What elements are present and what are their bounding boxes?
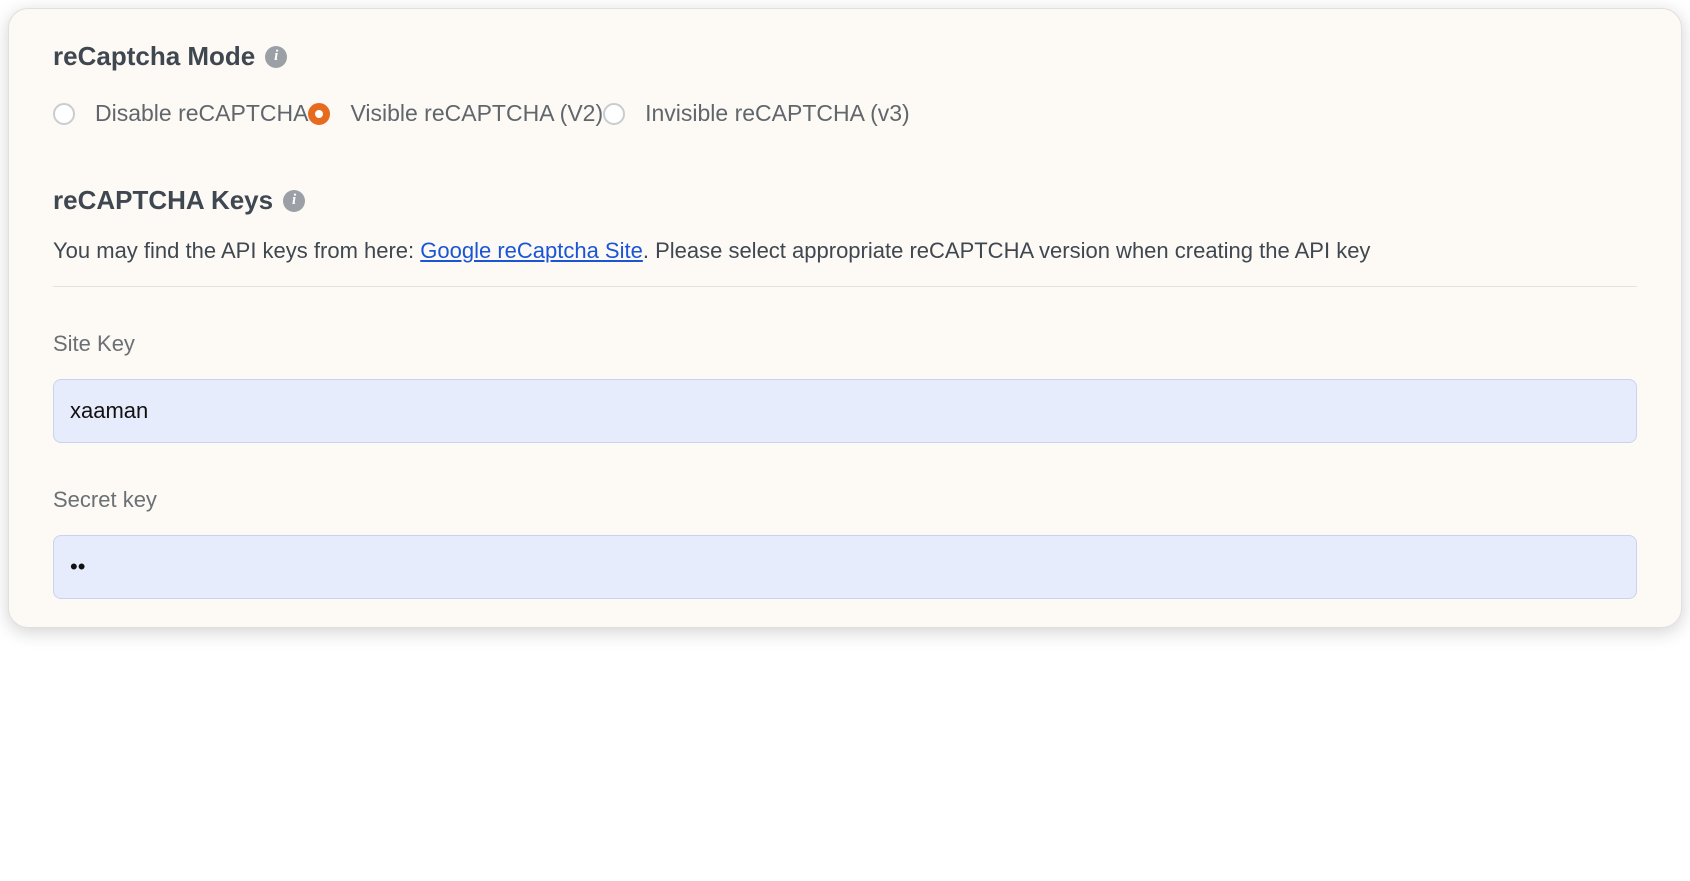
recaptcha-keys-heading: reCAPTCHA Keys xyxy=(53,185,273,216)
radio-option-invisible-v3[interactable]: Invisible reCAPTCHA (v3) xyxy=(603,100,910,127)
radio-label: Invisible reCAPTCHA (v3) xyxy=(645,100,910,127)
radio-label: Disable reCAPTCHA xyxy=(95,100,308,127)
site-key-field-block: Site Key xyxy=(53,331,1637,443)
radio-circle xyxy=(53,103,75,125)
secret-key-field-block: Secret key xyxy=(53,487,1637,599)
recaptcha-keys-helper: You may find the API keys from here: Goo… xyxy=(53,238,1637,287)
recaptcha-mode-heading: reCaptcha Mode xyxy=(53,41,255,72)
recaptcha-mode-heading-row: reCaptcha Mode i xyxy=(53,41,1637,72)
recaptcha-keys-heading-row: reCAPTCHA Keys i xyxy=(53,185,1637,216)
info-icon[interactable]: i xyxy=(283,190,305,212)
radio-option-disable[interactable]: Disable reCAPTCHA xyxy=(53,100,308,127)
radio-label: Visible reCAPTCHA (V2) xyxy=(350,100,603,127)
recaptcha-settings-panel: reCaptcha Mode i Disable reCAPTCHA Visib… xyxy=(8,8,1682,628)
info-icon[interactable]: i xyxy=(265,46,287,68)
secret-key-label: Secret key xyxy=(53,487,1637,513)
secret-key-input[interactable] xyxy=(53,535,1637,599)
site-key-input[interactable] xyxy=(53,379,1637,443)
helper-text-before: You may find the API keys from here: xyxy=(53,238,420,263)
recaptcha-mode-options: Disable reCAPTCHA Visible reCAPTCHA (V2)… xyxy=(53,100,1637,127)
radio-circle xyxy=(308,103,330,125)
google-recaptcha-link[interactable]: Google reCaptcha Site xyxy=(420,238,643,263)
site-key-label: Site Key xyxy=(53,331,1637,357)
radio-option-visible-v2[interactable]: Visible reCAPTCHA (V2) xyxy=(308,100,603,127)
radio-circle xyxy=(603,103,625,125)
helper-text-after: . Please select appropriate reCAPTCHA ve… xyxy=(643,238,1371,263)
